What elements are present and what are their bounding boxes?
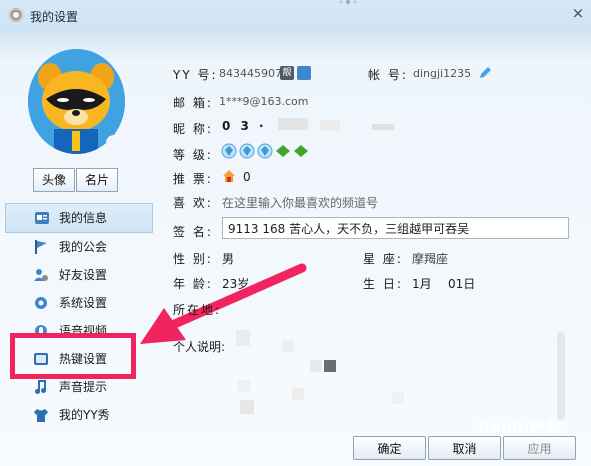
age-value: 23岁 (222, 277, 250, 291)
sidebar-item-label: 我的YY秀 (59, 408, 110, 422)
leaf-icon (294, 145, 308, 157)
sidebar-item-my-info[interactable]: 我的信息 (5, 203, 153, 233)
pretty-number-badge-icon[interactable]: 靓 (280, 66, 294, 80)
leaf-icon (276, 145, 290, 157)
yy-number-label: YY 号: (173, 68, 218, 82)
email-label: 邮 箱: (173, 96, 213, 110)
shirt-icon (34, 409, 48, 422)
sidebar-item-label: 我的信息 (59, 211, 108, 225)
house-ticket-icon (223, 170, 235, 182)
masked-nickname (278, 118, 308, 130)
avatar-button[interactable]: 头像 (33, 168, 75, 192)
email-value: 1***9@163.com (219, 95, 309, 108)
sidebar-item-label: 好友设置 (59, 268, 108, 282)
personal-description-label: 个人说明: (173, 340, 226, 354)
sidebar-item-my-yy-show[interactable]: 我的YY秀 (23, 401, 153, 429)
title-bar[interactable]: 我的设置 × (0, 0, 591, 32)
masked-text (292, 388, 304, 400)
vip-card-icon[interactable] (297, 66, 311, 80)
profile-card-icon (35, 212, 49, 224)
avatar[interactable] (28, 49, 125, 154)
masked-text (240, 400, 254, 414)
music-note-icon (35, 380, 46, 394)
edit-pencil-icon[interactable] (478, 66, 492, 80)
close-button[interactable]: × (569, 4, 587, 22)
birthday-day[interactable]: 01日 (448, 275, 475, 292)
diamond-icon (257, 143, 273, 159)
watermark: Baidu经验 (478, 417, 562, 436)
yy-number-value: 843445907 (219, 67, 282, 80)
nickname-label: 昵 称: (173, 122, 213, 136)
zodiac-value[interactable]: 摩羯座 (412, 250, 448, 267)
sidebar-item-label: 系统设置 (59, 296, 108, 310)
masked-text (238, 380, 250, 392)
settings-gear-icon (9, 8, 23, 22)
account-value: dingji1235 (413, 67, 472, 80)
sidebar-item-label: 我的公会 (59, 240, 108, 254)
raccoon-mascot-icon (28, 49, 125, 154)
gender-value[interactable]: 男 (222, 250, 234, 267)
diamond-icon (221, 143, 237, 159)
likes-input[interactable]: 在这里输入你最喜欢的频道号 (222, 194, 378, 211)
gear-icon (35, 297, 47, 309)
masked-text (282, 340, 294, 352)
sidebar-item-my-guild[interactable]: 我的公会 (23, 233, 153, 261)
gender-label: 性 别: (173, 252, 213, 266)
nickname-value: 0 3 · (222, 119, 267, 133)
recommend-label: 推 票: (173, 172, 213, 186)
flag-icon (35, 240, 47, 254)
birthday-label: 生 日: (363, 277, 403, 291)
signature-input[interactable]: 9113 168 苦心人，天不负，三组越甲可吞吴 (222, 217, 569, 239)
birthday-month[interactable]: 1月 (412, 275, 432, 292)
title-ornament-icon (339, 0, 357, 4)
masked-text (392, 392, 404, 404)
card-button[interactable]: 名片 (76, 168, 118, 192)
location-label: 所在地: (173, 303, 222, 317)
masked-text (236, 330, 250, 346)
masked-nickname (372, 124, 394, 130)
account-label: 帐 号: (368, 68, 408, 82)
personal-description-input[interactable] (232, 330, 568, 425)
highlight-annotation (10, 333, 136, 379)
recommend-value: 0 (243, 170, 251, 184)
likes-label: 喜 欢: (173, 196, 213, 210)
level-icons (221, 143, 308, 159)
masked-text (310, 360, 322, 372)
sidebar-item-label: 声音提示 (59, 380, 108, 394)
zodiac-label: 星 座: (363, 252, 403, 266)
signature-label: 签 名: (173, 225, 213, 239)
diamond-icon (239, 143, 255, 159)
ok-button[interactable]: 确定 (353, 436, 426, 460)
description-scrollbar[interactable] (557, 332, 565, 420)
age-label: 年 龄: (173, 277, 213, 291)
masked-text (324, 360, 336, 372)
settings-window: 我的设置 × 头像 名片 我的信息 我的公会 好友设置 系统设置 语音视频 热键… (0, 0, 591, 466)
masked-nickname (320, 120, 340, 130)
apply-button[interactable]: 应用 (503, 436, 576, 460)
cancel-button[interactable]: 取消 (428, 436, 501, 460)
friends-gear-icon (34, 269, 48, 281)
level-label: 等 级: (173, 148, 213, 162)
window-title: 我的设置 (30, 10, 79, 24)
